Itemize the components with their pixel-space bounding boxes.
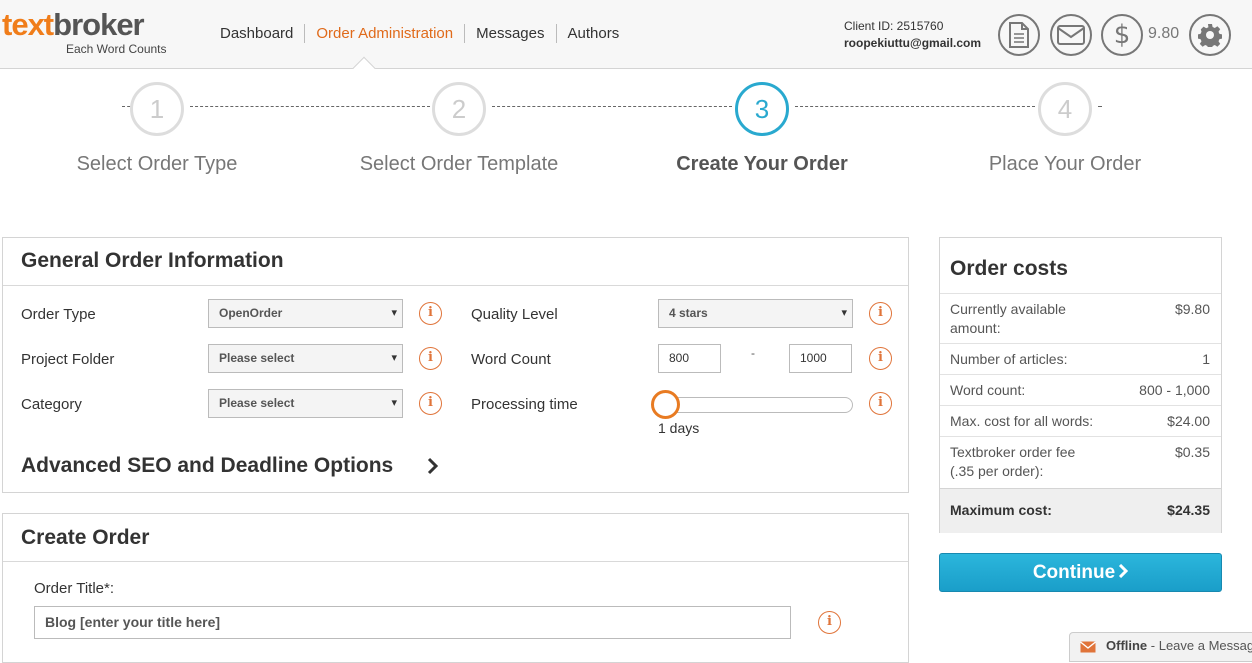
document-icon[interactable] bbox=[998, 14, 1040, 56]
category-select[interactable]: Please select bbox=[208, 389, 403, 418]
cost-row: Textbroker order fee (.35 per order): $0… bbox=[940, 436, 1221, 488]
info-icon[interactable]: i bbox=[869, 392, 892, 415]
cost-total-row: Maximum cost: $24.35 bbox=[940, 488, 1221, 533]
cost-row: Currently available amount: $9.80 bbox=[940, 293, 1221, 338]
step-connector bbox=[190, 106, 430, 107]
cost-row-label: Textbroker order fee (.35 per order): bbox=[950, 444, 1076, 479]
nav-dashboard[interactable]: Dashboard bbox=[220, 24, 304, 43]
cost-row-label: Currently available amount: bbox=[950, 301, 1066, 336]
step-1-label[interactable]: Select Order Type bbox=[7, 153, 307, 176]
processing-time-slider-handle[interactable] bbox=[651, 390, 680, 419]
step-3-label: Create Your Order bbox=[676, 153, 848, 175]
word-count-dash: - bbox=[751, 346, 755, 360]
dollar-icon[interactable]: $ bbox=[1101, 14, 1143, 56]
step-2-label[interactable]: Select Order Template bbox=[309, 153, 609, 176]
continue-button[interactable]: Continue bbox=[939, 553, 1222, 592]
chat-status: Offline bbox=[1106, 638, 1148, 653]
cost-total-label: Maximum cost: bbox=[950, 502, 1052, 518]
cost-row: Word count: 800 - 1,000 bbox=[940, 374, 1221, 405]
info-icon[interactable]: i bbox=[869, 347, 892, 370]
category-label: Category bbox=[21, 396, 82, 413]
general-order-panel: General Order Information Advanced SEO a… bbox=[2, 237, 909, 493]
cost-row-value: 1 bbox=[1202, 351, 1210, 367]
step-connector bbox=[795, 106, 1035, 107]
info-icon[interactable]: i bbox=[869, 302, 892, 325]
step-connector bbox=[1098, 106, 1102, 107]
project-folder-label: Project Folder bbox=[21, 351, 115, 368]
textbroker-logo[interactable]: textbroker Each Word Counts bbox=[2, 7, 167, 57]
order-type-select[interactable]: OpenOrder bbox=[208, 299, 403, 328]
balance-amount: 9.80 bbox=[1148, 25, 1180, 42]
logo-text-part-1: text bbox=[2, 7, 54, 42]
info-icon[interactable]: i bbox=[818, 611, 841, 634]
order-title-input[interactable]: Blog [enter your title here] bbox=[34, 606, 791, 639]
quality-level-select[interactable]: 4 stars bbox=[658, 299, 853, 328]
top-header: textbroker Each Word Counts Dashboard Or… bbox=[0, 0, 1252, 80]
client-info: Client ID: 2515760 roopekiuttu@gmail.com bbox=[844, 18, 981, 52]
step-4-circle: 4 bbox=[1038, 82, 1092, 136]
client-id: Client ID: 2515760 bbox=[844, 19, 944, 33]
chevron-right-icon bbox=[1119, 563, 1129, 579]
advanced-options-label: Advanced SEO and Deadline Options bbox=[21, 454, 394, 477]
step-3-circle: 3 bbox=[735, 82, 789, 136]
envelope-icon[interactable] bbox=[1050, 14, 1092, 56]
order-steps: 1 2 3 4 Select Order Type Select Order T… bbox=[0, 70, 1252, 200]
processing-time-value: 1 days bbox=[658, 420, 700, 436]
word-count-min-input[interactable]: 800 bbox=[658, 344, 721, 373]
word-count-max-input[interactable]: 1000 bbox=[789, 344, 852, 373]
general-order-title: General Order Information bbox=[21, 249, 284, 272]
order-type-label: Order Type bbox=[21, 306, 96, 323]
cost-row-label: Max. cost for all words: bbox=[950, 413, 1094, 429]
cost-row-value: $9.80 bbox=[1174, 301, 1210, 317]
logo-text-part-2: broker bbox=[53, 7, 144, 42]
processing-time-slider-track[interactable] bbox=[658, 397, 853, 413]
info-icon[interactable]: i bbox=[419, 392, 442, 415]
main-nav: Dashboard Order Administration Messages … bbox=[220, 24, 630, 43]
info-icon[interactable]: i bbox=[419, 302, 442, 325]
step-2-circle[interactable]: 2 bbox=[432, 82, 486, 136]
cost-row-value: 800 - 1,000 bbox=[1139, 382, 1210, 398]
step-4-label: Place Your Order bbox=[988, 153, 1142, 175]
quality-level-label: Quality Level bbox=[471, 306, 558, 323]
cost-row-label: Word count: bbox=[950, 382, 1026, 398]
order-costs-panel: Order costs Currently available amount: … bbox=[939, 237, 1222, 533]
chat-message: - Leave a Message bbox=[1147, 638, 1252, 653]
envelope-icon bbox=[1080, 641, 1096, 653]
info-icon[interactable]: i bbox=[419, 347, 442, 370]
project-folder-select[interactable]: Please select bbox=[208, 344, 403, 373]
word-count-label: Word Count bbox=[471, 351, 551, 368]
divider bbox=[3, 561, 908, 562]
gear-icon[interactable] bbox=[1189, 14, 1231, 56]
cost-row-value: $24.00 bbox=[1167, 413, 1210, 429]
step-connector bbox=[492, 106, 732, 107]
create-order-title: Create Order bbox=[21, 526, 150, 549]
client-email: roopekiuttu@gmail.com bbox=[844, 36, 982, 50]
chevron-right-icon bbox=[428, 457, 439, 475]
advanced-options-toggle[interactable]: Advanced SEO and Deadline Options bbox=[21, 454, 439, 478]
order-costs-title: Order costs bbox=[950, 257, 1068, 280]
nav-messages[interactable]: Messages bbox=[464, 24, 555, 43]
cost-row-label: Number of articles: bbox=[950, 351, 1068, 367]
create-order-panel: Create Order bbox=[2, 513, 909, 663]
divider bbox=[3, 285, 908, 286]
cost-row-value: $0.35 bbox=[1174, 444, 1210, 460]
nav-order-administration[interactable]: Order Administration bbox=[304, 24, 464, 43]
order-title-label: Order Title*: bbox=[34, 580, 115, 597]
step-1-circle[interactable]: 1 bbox=[130, 82, 184, 136]
nav-authors[interactable]: Authors bbox=[555, 24, 631, 43]
logo-tagline: Each Word Counts bbox=[66, 42, 167, 56]
cost-row: Number of articles: 1 bbox=[940, 343, 1221, 374]
offline-chat-widget[interactable]: Offline - Leave a Message bbox=[1069, 632, 1252, 662]
processing-time-label: Processing time bbox=[471, 396, 578, 413]
cost-row: Max. cost for all words: $24.00 bbox=[940, 405, 1221, 436]
continue-label: Continue bbox=[1032, 562, 1116, 583]
cost-total-value: $24.35 bbox=[1167, 502, 1210, 518]
